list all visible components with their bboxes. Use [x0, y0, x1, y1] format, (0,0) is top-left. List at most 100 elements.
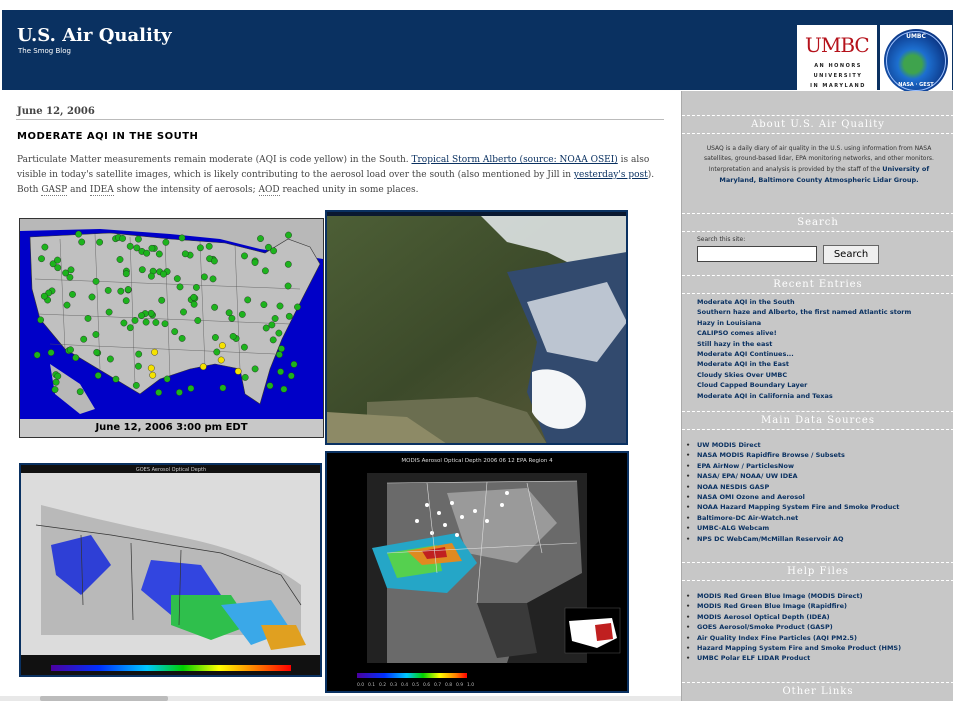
recent-entries-list: Moderate AQI in the South Southern haze … [697, 297, 911, 401]
aqi-station-marker [240, 343, 248, 351]
aqi-station-marker [285, 312, 293, 320]
site-title[interactable]: U.S. Air Quality [17, 25, 172, 46]
modis-aod-region4-image[interactable]: MODIS Aerosol Optical Depth 2006 06 12 E… [325, 451, 629, 693]
umbc-logo[interactable]: UMBC AN HONORS UNIVERSITY IN MARYLAND [797, 25, 877, 97]
aqi-station-marker [112, 375, 120, 383]
aqi-station-marker [147, 309, 155, 317]
svg-text:MODIS Aerosol Optical Depth: MODIS Aerosol Optical Depth 2006 06 12 E… [401, 458, 553, 464]
data-source-link[interactable]: NOAA Hazard Mapping System Fire and Smok… [686, 502, 899, 512]
help-file-link[interactable]: GOES Aerosol/Smoke Product (GASP) [686, 622, 901, 632]
aqi-station-marker [92, 278, 100, 285]
search-label: Search this site: [697, 236, 746, 243]
help-file-link[interactable]: UMBC Polar ELF LIDAR Product [686, 653, 901, 663]
aqi-station-marker [178, 234, 186, 242]
data-source-link[interactable]: UMBC-ALG Webcam [686, 523, 899, 533]
aqi-station-marker [285, 231, 292, 239]
aqi-station-marker [280, 385, 288, 393]
aqi-station-marker [78, 238, 86, 246]
data-source-link[interactable]: Baltimore-DC Air-Watch.net [686, 513, 899, 523]
help-file-link[interactable]: MODIS Aerosol Optical Depth (IDEA) [686, 612, 901, 622]
data-source-link[interactable]: NOAA NESDIS GASP [686, 482, 899, 492]
recent-entry-link[interactable]: Cloudy Skies Over UMBC [697, 370, 911, 380]
aqi-station-marker [149, 371, 157, 379]
aqi-station-marker [124, 286, 132, 293]
aqi-station-marker [131, 317, 139, 324]
aqi-station-marker [262, 324, 270, 332]
help-file-link[interactable]: MODIS Red Green Blue Image (MODIS Direct… [686, 591, 901, 601]
aqi-station-marker [211, 303, 219, 311]
aqi-station-marker [155, 250, 163, 258]
aqi-station-marker [251, 259, 259, 266]
aqi-map-image[interactable]: June 12, 2006 3:00 pm EDT [19, 218, 324, 438]
goes-aod-image[interactable]: GOES Aerosol Optical Depth [19, 463, 322, 677]
data-source-link[interactable]: UW MODIS Direct [686, 440, 899, 450]
aqi-station-marker [190, 300, 198, 308]
about-text: USAQ is a daily diary of air quality in … [704, 145, 934, 184]
aqi-station-marker [209, 275, 217, 283]
aqi-station-marker [205, 242, 213, 250]
date-divider [16, 119, 664, 120]
modis-rgb-image[interactable] [325, 210, 628, 445]
recent-entry-link[interactable]: Moderate AQI in California and Texas [697, 391, 911, 401]
help-file-link[interactable]: Air Quality Index Fine Particles (AQI PM… [686, 633, 901, 643]
aqi-station-marker [271, 315, 279, 322]
aqi-station-marker [47, 349, 55, 357]
scrollbar-thumb[interactable] [40, 696, 168, 701]
aqi-station-marker [175, 388, 183, 396]
aqi-station-marker [105, 308, 113, 316]
data-source-link[interactable]: EPA AirNow / ParticlesNow [686, 461, 899, 471]
aod-tick-label: 0.1 [368, 682, 375, 688]
aqi-station-marker [162, 238, 170, 246]
data-source-link[interactable]: NASA/ EPA/ NOAA/ UW IDEA [686, 471, 899, 481]
aqi-station-marker [135, 235, 142, 243]
recent-entry-link[interactable]: Hazy in Louisiana [697, 318, 911, 328]
recent-entry-link[interactable]: Moderate AQI in the East [697, 359, 911, 369]
recent-entry-link[interactable]: Cloud Capped Boundary Layer [697, 380, 911, 390]
data-source-link[interactable]: NPS DC WebCam/McMillan Reservoir AQ [686, 534, 899, 544]
aqi-station-marker [160, 270, 167, 278]
aqi-station-marker [126, 242, 134, 250]
data-source-link[interactable]: NASA MODIS Rapidfire Browse / Subsets [686, 450, 899, 460]
aqi-station-marker [241, 373, 249, 381]
aqi-station-marker [217, 356, 225, 364]
aqi-station-marker [171, 328, 179, 336]
aod-tick-label: 0.6 [423, 682, 430, 688]
search-input[interactable] [697, 246, 817, 262]
aqi-station-marker [143, 249, 151, 257]
aqi-station-marker [194, 317, 202, 324]
recent-entry-link[interactable]: Moderate AQI Continues... [697, 349, 911, 359]
search-heading: Search [797, 217, 839, 228]
aqi-station-marker [37, 316, 44, 324]
data-source-link[interactable]: NASA OMI Ozone and Aerosol [686, 492, 899, 502]
aqi-station-marker [38, 255, 45, 263]
aqi-station-marker [54, 372, 62, 380]
recent-entry-link[interactable]: Southern haze and Alberto, the first nam… [697, 307, 911, 317]
link-yesterdays-post[interactable]: yesterday's post [574, 170, 648, 180]
aqi-station-marker [147, 272, 155, 280]
link-tropical-storm-alberto[interactable]: Tropical Storm Alberto (source: NOAA OSE… [411, 155, 617, 165]
aqi-station-marker [241, 252, 248, 260]
aqi-station-marker [66, 273, 74, 281]
recent-entry-link[interactable]: Moderate AQI in the South [697, 297, 911, 307]
aqi-station-marker [270, 247, 278, 255]
aqi-station-marker [213, 348, 221, 356]
nasa-gest-logo[interactable]: UMBC NASA · GEST [880, 25, 952, 97]
recent-entry-link[interactable]: Still hazy in the east [697, 339, 911, 349]
help-files-list: MODIS Red Green Blue Image (MODIS Direct… [686, 591, 901, 664]
aqi-station-marker [199, 363, 207, 371]
recent-entries-heading: Recent Entries [773, 279, 863, 290]
search-button[interactable]: Search [823, 245, 879, 264]
aqi-station-marker [40, 292, 48, 300]
recent-entry-link[interactable]: CALIPSO comes alive! [697, 328, 911, 338]
help-file-link[interactable]: MODIS Red Green Blue Image (Rapidfire) [686, 601, 901, 611]
aqi-station-marker [211, 334, 219, 341]
abbr-idea: IDEA [89, 185, 114, 196]
aqi-station-marker [228, 315, 236, 322]
sidebar: About U.S. Air Quality USAQ is a daily d… [681, 91, 953, 701]
help-file-link[interactable]: Hazard Mapping System Fire and Smoke Pro… [686, 643, 901, 653]
aqi-station-marker [290, 360, 298, 368]
aqi-station-marker [163, 375, 171, 383]
aqi-station-marker [284, 260, 292, 268]
aqi-station-marker [225, 309, 233, 317]
aqi-station-marker [190, 293, 198, 301]
